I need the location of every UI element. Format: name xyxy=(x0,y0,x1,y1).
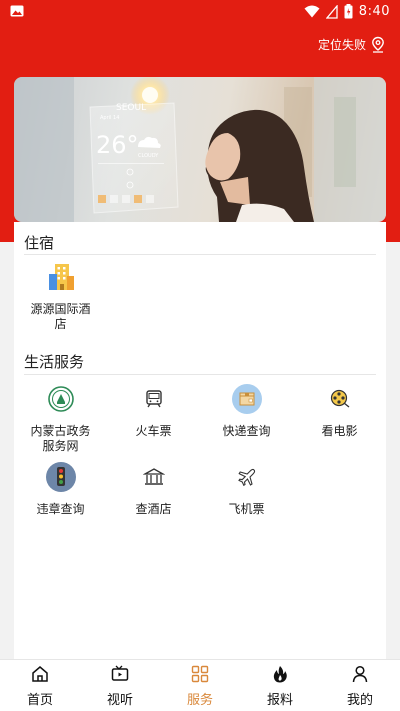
hotel-icon xyxy=(139,462,169,492)
status-time: 8:40 xyxy=(358,4,390,19)
service-item-gov-services[interactable]: 内蒙古政务服务网 xyxy=(14,384,107,454)
tab-label: 我的 xyxy=(346,693,373,708)
service-item-express-query[interactable]: 快递查询 xyxy=(200,384,293,439)
banner-illustration: SEOUL April 14 26° CLOUDY xyxy=(14,77,386,222)
service-item-hotel-search[interactable]: 查酒店 xyxy=(107,462,200,517)
person-icon xyxy=(352,665,368,683)
section-divider xyxy=(24,254,376,255)
banner-date: April 14 xyxy=(100,115,119,121)
service-label: 看电影 xyxy=(321,424,358,438)
service-item-violation-query[interactable]: 违章查询 xyxy=(14,462,107,517)
service-label: 源源国际酒店 xyxy=(30,302,91,331)
service-item-movies[interactable]: 看电影 xyxy=(293,384,386,439)
service-label: 查酒店 xyxy=(135,502,172,516)
tab-services[interactable]: 服务 xyxy=(160,660,240,711)
video-icon xyxy=(111,665,129,681)
train-icon xyxy=(139,384,169,414)
bottom-tab-bar: 首页 视听 服务 报料 我的 xyxy=(0,659,400,711)
location-label: 定位失败 xyxy=(317,38,366,52)
tab-label: 首页 xyxy=(26,693,53,708)
traffic-light-icon xyxy=(45,462,76,492)
battery-icon xyxy=(344,4,353,19)
home-icon xyxy=(32,666,48,682)
signal-icon xyxy=(325,4,338,19)
tab-profile[interactable]: 我的 xyxy=(320,660,400,711)
government-emblem-icon xyxy=(46,384,76,414)
gallery-notification-icon xyxy=(10,5,24,17)
service-label: 违章查询 xyxy=(36,502,85,516)
tab-label: 服务 xyxy=(186,693,213,708)
section-title-lodging: 住宿 xyxy=(24,234,55,252)
flame-icon xyxy=(273,666,287,683)
tab-video[interactable]: 视听 xyxy=(80,660,160,711)
service-label: 火车票 xyxy=(135,424,172,438)
service-label: 飞机票 xyxy=(228,502,265,516)
section-title-life-services: 生活服务 xyxy=(24,353,85,371)
tab-report[interactable]: 报料 xyxy=(240,660,320,711)
service-label: 快递查询 xyxy=(222,424,271,438)
location-button[interactable]: 定位失败 xyxy=(318,36,386,53)
film-reel-icon xyxy=(325,384,355,414)
banner-city: SEOUL xyxy=(116,103,146,113)
grid-icon xyxy=(191,665,209,683)
tab-label: 报料 xyxy=(266,693,293,708)
service-item-yuanyuan-hotel[interactable]: 源源国际酒店 xyxy=(14,262,107,332)
tab-home[interactable]: 首页 xyxy=(0,660,80,711)
status-bar: 8:40 xyxy=(0,0,400,24)
banner-temperature: 26° xyxy=(96,131,139,159)
location-pin-icon xyxy=(372,36,384,53)
service-item-flight-tickets[interactable]: 飞机票 xyxy=(200,462,293,517)
service-item-train-tickets[interactable]: 火车票 xyxy=(107,384,200,439)
section-divider xyxy=(24,374,376,375)
banner-image[interactable]: SEOUL April 14 26° CLOUDY xyxy=(14,77,386,222)
services-panel: 住宿 源源国际酒店 生活服务 内蒙古政务服务网 火车票 快递查询 看电影 违章查… xyxy=(14,222,386,660)
package-icon xyxy=(231,384,262,414)
banner-condition: CLOUDY xyxy=(138,153,159,159)
service-label: 内蒙古政务服务网 xyxy=(30,424,91,453)
tab-label: 视听 xyxy=(106,693,133,708)
hotel-building-icon xyxy=(46,262,76,292)
wifi-icon xyxy=(304,5,320,18)
airplane-icon xyxy=(232,462,262,492)
